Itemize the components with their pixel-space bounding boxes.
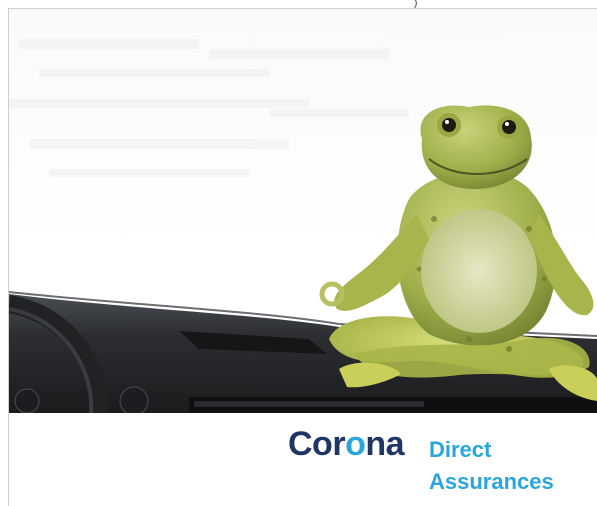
brand-logo[interactable]: Corona Direct Assurances	[288, 424, 588, 504]
brand-assurances-text: Assurances	[429, 469, 554, 494]
brand-direct-text: Direct	[429, 437, 492, 462]
ad-scene-image[interactable]	[9, 9, 597, 413]
top-mark: )	[414, 0, 418, 9]
brand-name: Corona	[288, 424, 405, 464]
brand-name-accent: o	[345, 425, 366, 463]
brand-name-part1: Cor	[288, 425, 346, 463]
brand-name-part2: na	[365, 425, 405, 463]
